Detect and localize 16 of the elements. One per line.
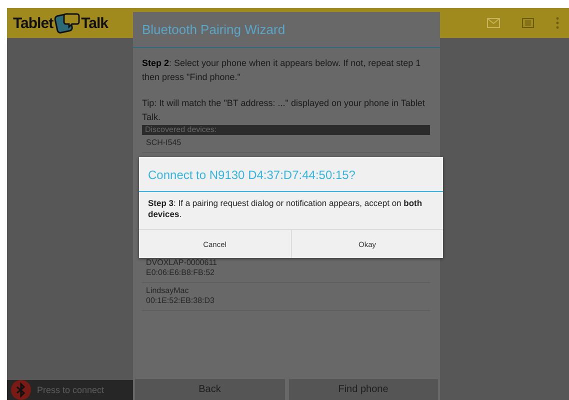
step-instructions: Step 2: Select your phone when it appears below. If not, repeat step 1 then press "Find phone." bbox=[142, 57, 422, 84]
logo-text: Talk bbox=[81, 14, 108, 32]
connect-button[interactable]: Press to connect bbox=[7, 380, 133, 400]
tip-text: Tip: It will match the "BT address: ..." displayed on your phone in Tablet Talk. bbox=[142, 97, 426, 124]
overflow-menu-icon[interactable] bbox=[556, 17, 559, 29]
devices-header: Discovered devices: bbox=[142, 125, 430, 135]
wizard-button[interactable]: Back bbox=[135, 379, 284, 400]
bluetooth-icon bbox=[11, 380, 31, 400]
dialog-message: Step 3: If a pairing request dialog or notification appears, accept on both devices. bbox=[147, 197, 424, 221]
mail-icon[interactable] bbox=[487, 18, 500, 28]
dialog-title: Bluetooth Pairing Wizard bbox=[133, 12, 440, 48]
device-item[interactable]: LindsayMac 00:1E:52:EB:38:D3 bbox=[142, 283, 430, 311]
chat-bubble-icon bbox=[54, 12, 80, 34]
device-item[interactable]: SCH-I545 bbox=[142, 135, 430, 153]
dialog-title: Connect to N9130 D4:37:D7:44:50:15? bbox=[139, 157, 443, 192]
logo-text: Tablet bbox=[13, 14, 54, 32]
